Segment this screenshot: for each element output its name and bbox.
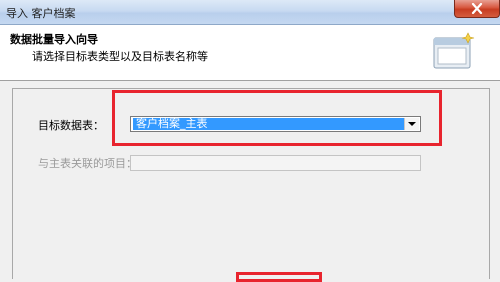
- wizard-header: 数据批量导入向导 请选择目标表类型以及目标表名称等: [0, 25, 500, 81]
- highlight-box-button: [236, 272, 322, 282]
- title-bar: 导入 客户档案: [0, 0, 500, 25]
- close-button[interactable]: [454, 0, 500, 18]
- wizard-subtitle: 请选择目标表类型以及目标表名称等: [32, 50, 208, 63]
- wizard-window-icon: [433, 32, 475, 69]
- window-title: 导入 客户档案: [6, 7, 76, 20]
- target-table-label: 目标数据表：: [38, 119, 104, 132]
- related-item-field: [130, 155, 421, 171]
- wizard-title: 数据批量导入向导: [10, 33, 98, 46]
- highlight-box-select: [112, 90, 442, 146]
- related-item-label: 与主表关联的项目：: [38, 157, 137, 170]
- close-icon: [471, 3, 483, 14]
